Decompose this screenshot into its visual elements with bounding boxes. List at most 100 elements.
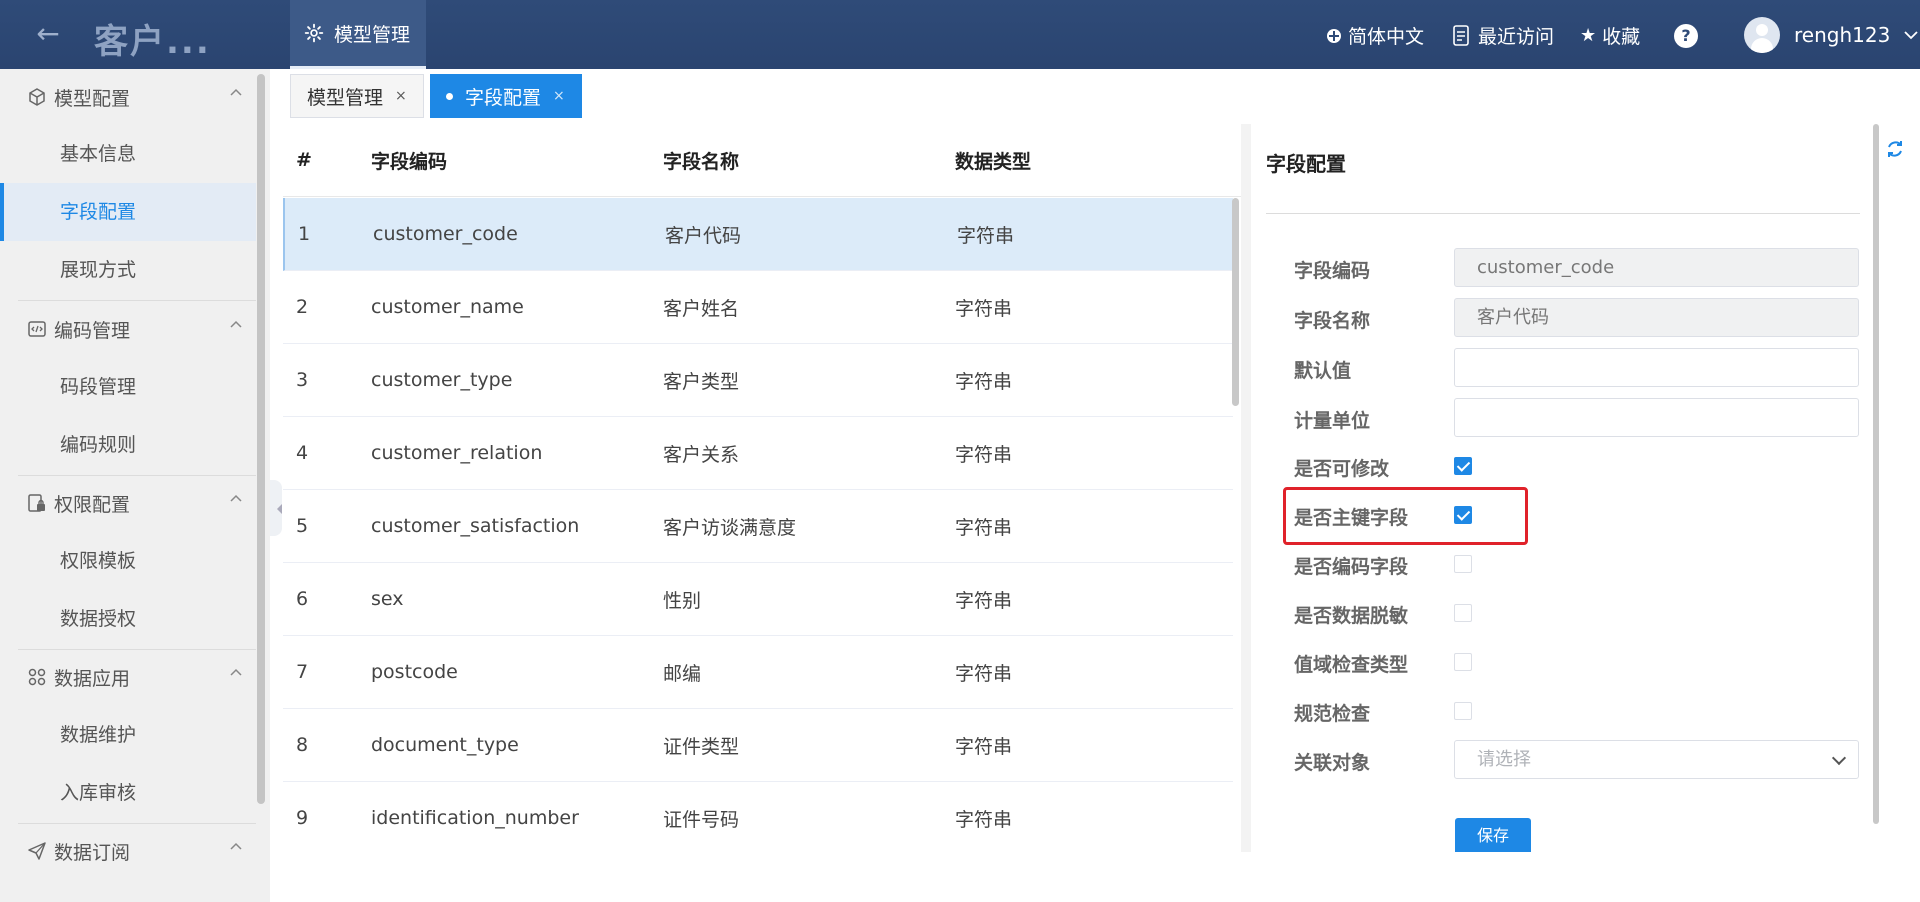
table-row[interactable]: 9 identification_number 证件号码 字符串 bbox=[283, 782, 1233, 852]
active-dot-icon bbox=[446, 92, 453, 100]
sidebar-group-permission-config[interactable]: 权限配置 bbox=[0, 475, 256, 531]
cell-field-code: customer_relation bbox=[371, 442, 543, 464]
sidebar-item-storage-review[interactable]: 入库审核 bbox=[0, 764, 256, 822]
close-icon[interactable]: × bbox=[395, 88, 407, 104]
sidebar-group-data-subscription[interactable]: 数据订阅 bbox=[0, 823, 256, 879]
domain-check-label: 值域检查类型 bbox=[1294, 654, 1409, 676]
recent-visits[interactable]: 最近访问 bbox=[1452, 22, 1554, 49]
default-value-input[interactable] bbox=[1454, 348, 1859, 387]
form-row-editable: 是否可修改 bbox=[1294, 446, 1864, 486]
sidebar-item-basic-info[interactable]: 基本信息 bbox=[0, 125, 256, 183]
table-row[interactable]: 3 customer_type 客户类型 字符串 bbox=[283, 344, 1233, 417]
cell-field-name: 客户姓名 bbox=[663, 297, 740, 320]
save-button[interactable]: 保存 bbox=[1455, 818, 1531, 852]
language-switch[interactable]: 简体中文 bbox=[1326, 22, 1424, 49]
sidebar-group-code-management[interactable]: 编码管理 bbox=[0, 301, 256, 357]
chevron-up-icon bbox=[230, 494, 242, 502]
field-table: # 字段编码 字段名称 数据类型 1 customer_code 客户代码 字符串 2 c… bbox=[283, 124, 1241, 852]
primary-key-label: 是否主键字段 bbox=[1294, 507, 1409, 529]
sidebar-group-label: 数据应用 bbox=[54, 667, 131, 690]
cell-data-type: 字符串 bbox=[955, 370, 1013, 393]
sidebar-item-permission-template[interactable]: 权限模板 bbox=[0, 532, 256, 590]
sidebar-item-data-maintenance[interactable]: 数据维护 bbox=[0, 706, 256, 764]
sidebar-item-display-mode[interactable]: 展现方式 bbox=[0, 241, 256, 299]
sidebar-item-segment-management[interactable]: 码段管理 bbox=[0, 358, 256, 416]
table-row[interactable]: 6 sex 性别 字符串 bbox=[283, 563, 1233, 636]
sidebar-group-label: 数据订阅 bbox=[54, 841, 131, 864]
module-tab-model-management[interactable]: 模型管理 bbox=[290, 0, 426, 69]
recent-doc-icon bbox=[1453, 24, 1469, 46]
cell-field-code: customer_type bbox=[371, 369, 513, 391]
table-row[interactable]: 4 customer_relation 客户关系 字符串 bbox=[283, 417, 1233, 490]
form-row-masked: 是否数据脱敏 bbox=[1294, 593, 1864, 633]
code-icon bbox=[28, 321, 46, 337]
unit-input[interactable] bbox=[1454, 398, 1859, 437]
sidebar-item-data-authorization[interactable]: 数据授权 bbox=[0, 590, 256, 648]
field-config-panel: 字段配置 字段编码 customer_code 字段名称 客户代码 默认值 计量… bbox=[1251, 124, 1861, 852]
sidebar-collapse-handle[interactable] bbox=[270, 480, 282, 536]
grid-apps-icon bbox=[28, 668, 46, 686]
language-label: 简体中文 bbox=[1348, 26, 1425, 48]
editable-checkbox[interactable] bbox=[1454, 457, 1472, 475]
table-row[interactable]: 7 postcode 邮编 字符串 bbox=[283, 636, 1233, 709]
cell-field-code: customer_name bbox=[371, 296, 524, 318]
app-title: 客户... bbox=[94, 22, 211, 62]
cell-index: 7 bbox=[296, 661, 309, 683]
field-name-input: 客户代码 bbox=[1454, 298, 1859, 337]
cell-data-type: 字符串 bbox=[955, 297, 1013, 320]
refresh-icon[interactable] bbox=[1884, 138, 1906, 160]
close-icon[interactable]: × bbox=[553, 88, 565, 104]
form-row-primary-key: 是否主键字段 bbox=[1294, 495, 1864, 535]
chevron-up-icon bbox=[230, 842, 242, 850]
form-row-domain-check: 值域检查类型 bbox=[1294, 642, 1864, 682]
sidebar-group-label: 权限配置 bbox=[54, 493, 131, 516]
table-row[interactable]: 1 customer_code 客户代码 字符串 bbox=[283, 198, 1233, 271]
pane-divider[interactable] bbox=[1241, 124, 1251, 852]
table-header: # 字段编码 字段名称 数据类型 bbox=[283, 124, 1241, 197]
language-icon bbox=[1327, 28, 1341, 43]
masked-checkbox[interactable] bbox=[1454, 604, 1472, 622]
cell-field-name: 客户类型 bbox=[663, 370, 740, 393]
tab-field-config[interactable]: 字段配置 × bbox=[430, 74, 582, 118]
related-object-select[interactable]: 请选择 bbox=[1454, 740, 1859, 779]
form-row-unit: 计量单位 bbox=[1294, 398, 1864, 438]
cell-index: 4 bbox=[296, 442, 309, 464]
cell-field-name: 证件类型 bbox=[663, 735, 740, 758]
cell-data-type: 字符串 bbox=[955, 443, 1013, 466]
gear-icon bbox=[304, 23, 324, 43]
tab-label: 字段配置 bbox=[465, 86, 542, 109]
domain-check-checkbox[interactable] bbox=[1454, 653, 1472, 671]
primary-key-checkbox[interactable] bbox=[1454, 506, 1472, 524]
cell-field-name: 客户关系 bbox=[663, 443, 740, 466]
tab-model-management[interactable]: 模型管理 × bbox=[290, 74, 424, 118]
sidebar-item-code-rules[interactable]: 编码规则 bbox=[0, 416, 256, 474]
cell-field-code: customer_code bbox=[373, 223, 518, 245]
back-arrow-icon[interactable]: ← bbox=[32, 18, 64, 50]
cell-index: 5 bbox=[296, 515, 309, 537]
sidebar-group-data-application[interactable]: 数据应用 bbox=[0, 649, 256, 705]
table-row[interactable]: 5 customer_satisfaction 客户访谈满意度 字符串 bbox=[283, 490, 1233, 563]
encoded-checkbox[interactable] bbox=[1454, 555, 1472, 573]
cell-index: 1 bbox=[298, 223, 311, 245]
sidebar-item-field-config[interactable]: 字段配置 bbox=[0, 183, 256, 241]
help-icon[interactable]: ? bbox=[1674, 24, 1698, 48]
table-row[interactable]: 2 customer_name 客户姓名 字符串 bbox=[283, 271, 1233, 344]
panel-scrollbar[interactable] bbox=[1873, 124, 1879, 824]
field-code-input: customer_code bbox=[1454, 248, 1859, 287]
cell-field-code: identification_number bbox=[371, 807, 579, 829]
tab-label: 模型管理 bbox=[307, 86, 384, 109]
favorites[interactable]: ★ 收藏 bbox=[1580, 22, 1640, 49]
table-row[interactable]: 8 document_type 证件类型 字符串 bbox=[283, 709, 1233, 782]
table-scrollbar[interactable] bbox=[1232, 198, 1239, 406]
spec-check-label: 规范检查 bbox=[1294, 703, 1371, 725]
lock-doc-icon bbox=[28, 494, 45, 512]
cell-field-name: 性别 bbox=[663, 589, 702, 612]
spec-check-checkbox[interactable] bbox=[1454, 702, 1472, 720]
send-icon bbox=[28, 842, 46, 860]
sidebar-scrollbar[interactable] bbox=[257, 74, 265, 804]
form-row-spec-check: 规范检查 bbox=[1294, 691, 1864, 731]
cell-data-type: 字符串 bbox=[955, 589, 1013, 612]
user-menu[interactable]: rengh123 bbox=[1744, 17, 1918, 53]
sidebar-group-model-config[interactable]: 模型配置 bbox=[0, 69, 256, 125]
editable-label: 是否可修改 bbox=[1294, 458, 1390, 480]
